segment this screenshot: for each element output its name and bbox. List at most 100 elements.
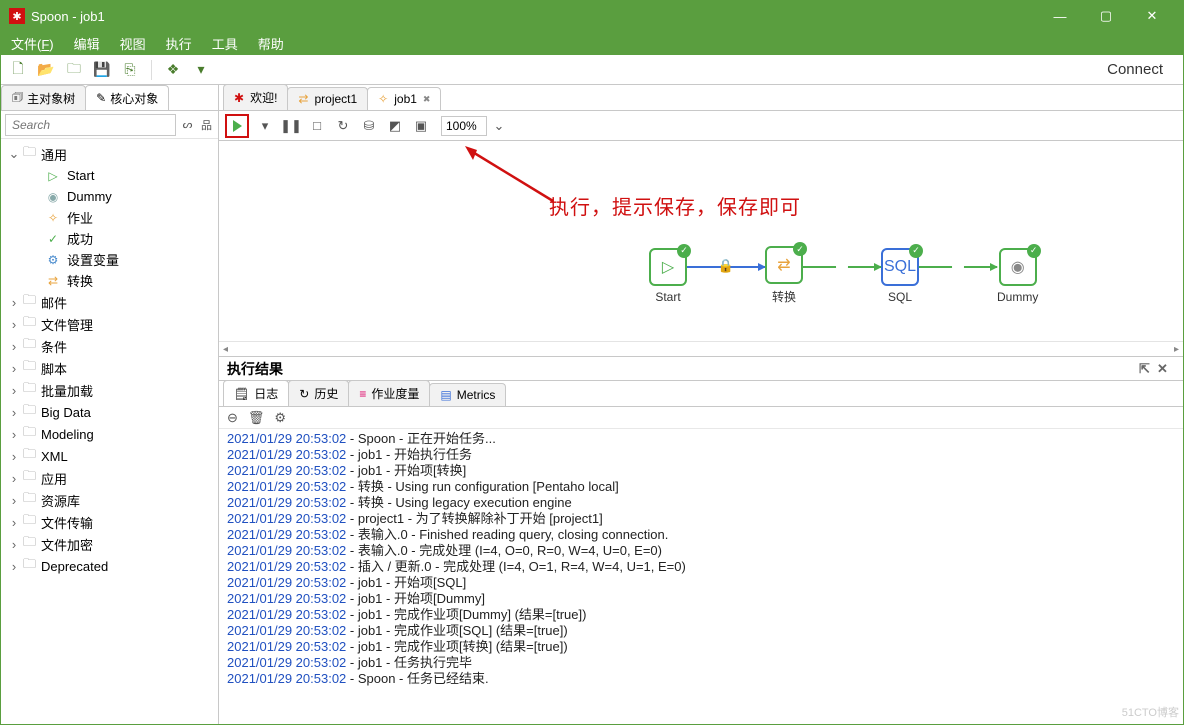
run-button[interactable] bbox=[225, 114, 249, 138]
tree-folder[interactable]: ›🗀资源库 bbox=[3, 489, 216, 511]
node-dummy[interactable]: ◉✓ Dummy bbox=[997, 248, 1038, 304]
watermark: 51CTO博客 bbox=[1122, 704, 1179, 720]
canvas-scrollbar[interactable]: ◂▸ bbox=[219, 341, 1183, 357]
tree-folder[interactable]: ›🗀Big Data bbox=[3, 401, 216, 423]
tree-item-dummy[interactable]: ◉Dummy bbox=[25, 186, 216, 207]
perspective-icon[interactable]: ❖ bbox=[162, 59, 184, 81]
node-start[interactable]: ▷✓ Start bbox=[649, 248, 687, 304]
log-output[interactable]: 2021/01/29 20:53:02 - Spoon - 正在开始任务...2… bbox=[219, 429, 1183, 724]
trans-icon: ⇄ bbox=[298, 92, 308, 106]
log-line: 2021/01/29 20:53:02 - job1 - 完成作业项[SQL] … bbox=[227, 623, 1175, 639]
new-icon[interactable]: 🗋 bbox=[7, 59, 29, 81]
window-title: Spoon - job1 bbox=[31, 9, 105, 24]
tab-project1[interactable]: ⇄project1 bbox=[287, 87, 368, 110]
tab-main-tree[interactable]: 🗊主对象树 bbox=[1, 85, 86, 110]
popout-icon[interactable]: ⇱ bbox=[1139, 361, 1157, 377]
tree-folder[interactable]: ›🗀XML bbox=[3, 445, 216, 467]
titlebar: ✱ Spoon - job1 — ▢ ✕ bbox=[1, 1, 1183, 31]
close-tab-icon[interactable]: ✖ bbox=[423, 94, 431, 105]
tab-history[interactable]: ↻历史 bbox=[288, 380, 349, 406]
log-stop-icon[interactable]: ⊖ bbox=[227, 410, 238, 426]
expand-icon[interactable]: ᔕ bbox=[180, 114, 195, 136]
tab-job-metrics[interactable]: ≡作业度量 bbox=[348, 380, 430, 406]
tab-core-objects[interactable]: ✎核心对象 bbox=[85, 85, 169, 110]
open-icon[interactable]: 📂 bbox=[35, 59, 57, 81]
connect-link[interactable]: Connect bbox=[1107, 61, 1177, 78]
lock-icon: 🔒 bbox=[718, 258, 734, 274]
main-toolbar: 🗋 📂 🗀 💾 ⎘ ❖ ▾ Connect bbox=[1, 55, 1183, 85]
log-line: 2021/01/29 20:53:02 - job1 - 任务执行完毕 bbox=[227, 655, 1175, 671]
impact-icon[interactable]: ◩ bbox=[385, 116, 405, 136]
collapse-icon[interactable]: 品 bbox=[199, 114, 214, 136]
menu-view[interactable]: 视图 bbox=[116, 32, 150, 55]
tree-item-job[interactable]: ✧作业 bbox=[25, 207, 216, 228]
tree-folder[interactable]: ›🗀文件加密 bbox=[3, 533, 216, 555]
close-results-icon[interactable]: ✕ bbox=[1157, 361, 1175, 377]
log-line: 2021/01/29 20:53:02 - job1 - 完成作业项[Dummy… bbox=[227, 607, 1175, 623]
object-tree: ⌄🗀通用 ▷Start ◉Dummy ✧作业 ✓成功 ⚙设置变量 ⇄转换 ›🗀邮… bbox=[1, 139, 218, 724]
menu-help[interactable]: 帮助 bbox=[254, 32, 288, 55]
tab-welcome[interactable]: ✱欢迎! bbox=[223, 84, 288, 110]
play-icon bbox=[233, 120, 242, 132]
minimize-button[interactable]: — bbox=[1037, 1, 1083, 31]
close-button[interactable]: ✕ bbox=[1129, 1, 1175, 31]
node-sql[interactable]: SQL✓ SQL bbox=[881, 248, 919, 304]
tree-folder[interactable]: ›🗀Modeling bbox=[3, 423, 216, 445]
annotation-text: 执行，提示保存，保存即可 bbox=[549, 191, 801, 220]
menu-file[interactable]: 文件(F) bbox=[7, 32, 58, 55]
job-flow: ▷✓ Start 🔒 ⇄✓ 转换 ✓ SQL✓ SQL ✓ ◉ bbox=[649, 246, 1038, 305]
results-header: 执行结果 ⇱ ✕ bbox=[219, 357, 1183, 381]
tab-log[interactable]: 🗒日志 bbox=[223, 380, 289, 406]
tree-folder[interactable]: ›🗀条件 bbox=[3, 335, 216, 357]
log-settings-icon[interactable]: ⚙ bbox=[274, 410, 286, 426]
tab-metrics[interactable]: ▤Metrics bbox=[429, 383, 506, 406]
document-tabs: ✱欢迎! ⇄project1 ✧job1✖ bbox=[219, 85, 1183, 111]
menu-tools[interactable]: 工具 bbox=[208, 32, 242, 55]
menu-edit[interactable]: 编辑 bbox=[70, 32, 104, 55]
replay-icon[interactable]: ↻ bbox=[333, 116, 353, 136]
dropdown-icon[interactable]: ▾ bbox=[190, 59, 212, 81]
chart-icon: ▤ bbox=[440, 388, 451, 402]
tree-item-start[interactable]: ▷Start bbox=[25, 165, 216, 186]
tree-folder[interactable]: ›🗀批量加载 bbox=[3, 379, 216, 401]
log-line: 2021/01/29 20:53:02 - job1 - 开始执行任务 bbox=[227, 447, 1175, 463]
tree-folder[interactable]: ›🗀脚本 bbox=[3, 357, 216, 379]
save-icon[interactable]: 💾 bbox=[91, 59, 113, 81]
tree-folder[interactable]: ›🗀邮件 bbox=[3, 291, 216, 313]
app-icon: ✱ bbox=[234, 91, 244, 105]
tree-folder[interactable]: ›🗀文件传输 bbox=[3, 511, 216, 533]
history-icon: ↻ bbox=[299, 387, 309, 401]
tree-item-success[interactable]: ✓成功 bbox=[25, 228, 216, 249]
tree-folder[interactable]: ›🗀Deprecated bbox=[3, 555, 216, 577]
tree-folder-general[interactable]: ⌄🗀通用 bbox=[3, 143, 216, 165]
log-line: 2021/01/29 20:53:02 - job1 - 开始项[Dummy] bbox=[227, 591, 1175, 607]
snap-icon[interactable]: ▣ bbox=[411, 116, 431, 136]
tree-folder[interactable]: ›🗀文件管理 bbox=[3, 313, 216, 335]
log-line: 2021/01/29 20:53:02 - job1 - 开始项[转换] bbox=[227, 463, 1175, 479]
explore-icon[interactable]: 🗀 bbox=[63, 59, 85, 81]
menubar: 文件(F) 编辑 视图 执行 工具 帮助 bbox=[1, 31, 1183, 55]
zoom-dropdown-icon[interactable]: ⌄ bbox=[489, 116, 509, 136]
log-line: 2021/01/29 20:53:02 - 转换 - Using run con… bbox=[227, 479, 1175, 495]
app-icon: ✱ bbox=[9, 8, 25, 24]
log-toolbar: ⊖ 🗑 ⚙ bbox=[219, 407, 1183, 429]
sql-icon[interactable]: ⛁ bbox=[359, 116, 379, 136]
saveas-icon[interactable]: ⎘ bbox=[119, 59, 141, 81]
run-dropdown-icon[interactable]: ▾ bbox=[255, 116, 275, 136]
zoom-input[interactable] bbox=[441, 116, 487, 136]
pause-icon[interactable]: ❚❚ bbox=[281, 116, 301, 136]
log-clear-icon[interactable]: 🗑 bbox=[248, 410, 265, 426]
maximize-button[interactable]: ▢ bbox=[1083, 1, 1129, 31]
tree-folder[interactable]: ›🗀应用 bbox=[3, 467, 216, 489]
stop-icon[interactable]: □ bbox=[307, 116, 327, 136]
node-trans[interactable]: ⇄✓ 转换 bbox=[765, 246, 803, 305]
annotation-arrow bbox=[463, 146, 563, 206]
log-line: 2021/01/29 20:53:02 - 表输入.0 - 完成处理 (I=4,… bbox=[227, 543, 1175, 559]
job-canvas[interactable]: 执行，提示保存，保存即可 ▷✓ Start 🔒 ⇄✓ 转换 ✓ SQL✓ SQL bbox=[219, 141, 1183, 341]
log-line: 2021/01/29 20:53:02 - job1 - 开始项[SQL] bbox=[227, 575, 1175, 591]
menu-run[interactable]: 执行 bbox=[162, 32, 196, 55]
search-input[interactable] bbox=[5, 114, 176, 136]
tab-job1[interactable]: ✧job1✖ bbox=[367, 87, 441, 110]
tree-item-setvar[interactable]: ⚙设置变量 bbox=[25, 249, 216, 270]
tree-item-trans[interactable]: ⇄转换 bbox=[25, 270, 216, 291]
